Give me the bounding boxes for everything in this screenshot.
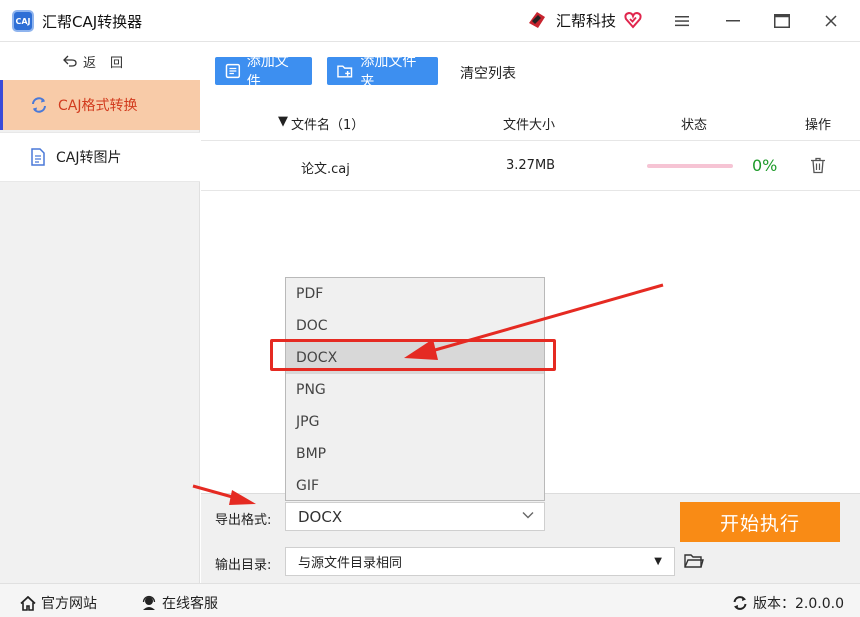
- menu-icon[interactable]: [671, 10, 693, 32]
- export-format-label: 导出格式:: [215, 513, 272, 528]
- add-folder-button[interactable]: 添加文件夹: [327, 54, 438, 90]
- format-dropdown-list: PDF DOC DOCX PNG JPG BMP GIF: [285, 277, 545, 501]
- table-row[interactable]: 论文.caj 3.27MB 0%: [201, 141, 860, 191]
- support-agent-icon: [142, 595, 156, 610]
- sidebar: 返回 CAJ格式转换 CAJ转图片: [0, 42, 200, 583]
- open-folder-icon[interactable]: [684, 552, 704, 570]
- format-option-doc[interactable]: DOC: [286, 310, 544, 342]
- online-support-label: 在线客服: [162, 596, 218, 612]
- status-bar: 官方网站 在线客服 版本：2.0.0.0: [0, 583, 860, 617]
- export-format-value: DOCX: [298, 507, 343, 526]
- format-option-gif[interactable]: GIF: [286, 470, 544, 502]
- official-site-label: 官方网站: [41, 596, 97, 612]
- clear-list-button[interactable]: 清空列表: [460, 63, 516, 83]
- add-folder-icon: [337, 65, 353, 78]
- minimize-icon[interactable]: [722, 10, 744, 32]
- app-logo-text: CAJ: [15, 16, 31, 26]
- sidebar-item-label: CAJ转图片: [56, 150, 122, 166]
- add-folder-label: 添加文件夹: [360, 54, 417, 90]
- brand-logo-icon: [529, 12, 545, 28]
- progress-bar: [647, 164, 733, 168]
- file-name: 论文.caj: [301, 162, 350, 177]
- app-logo-icon: CAJ: [12, 10, 34, 32]
- sidebar-item-label: CAJ格式转换: [58, 98, 138, 114]
- home-icon: [20, 595, 36, 611]
- sidebar-item-caj-convert[interactable]: CAJ格式转换: [0, 80, 200, 130]
- output-dir-value: 与源文件目录相同: [298, 556, 403, 571]
- update-icon: [733, 596, 747, 610]
- chevron-down-icon: [522, 509, 534, 522]
- export-format-select[interactable]: DOCX: [285, 502, 545, 531]
- online-support-link[interactable]: 在线客服: [141, 593, 218, 613]
- format-option-jpg[interactable]: JPG: [286, 406, 544, 438]
- sidebar-item-caj-to-image[interactable]: CAJ转图片: [0, 132, 200, 182]
- output-dir-select[interactable]: 与源文件目录相同 ▼: [285, 547, 675, 576]
- official-site-link[interactable]: 官方网站: [20, 593, 97, 613]
- back-button[interactable]: 返回: [0, 42, 200, 80]
- close-icon[interactable]: [820, 10, 842, 32]
- format-option-pdf[interactable]: PDF: [286, 278, 544, 310]
- back-arrow-icon: [63, 55, 77, 67]
- brand-name: 汇帮科技: [556, 11, 617, 30]
- document-icon: [31, 148, 45, 166]
- heart-shield-icon: [624, 11, 642, 29]
- file-size: 3.27MB: [506, 158, 556, 173]
- column-status: 状态: [681, 118, 708, 133]
- version-label: 版本：2.0.0.0: [753, 596, 844, 612]
- brand: 汇帮科技: [526, 9, 642, 31]
- column-filesize: 文件大小: [503, 118, 556, 133]
- caret-down-icon: ▼: [654, 556, 662, 567]
- format-option-bmp[interactable]: BMP: [286, 438, 544, 470]
- version-info[interactable]: 版本：2.0.0.0: [732, 593, 844, 613]
- file-table-header: ▼ 文件名（1） 文件大小 状态 操作: [201, 103, 860, 141]
- add-file-button[interactable]: 添加文件: [215, 54, 312, 90]
- add-file-icon: [225, 63, 241, 79]
- column-filename[interactable]: 文件名（1）: [291, 114, 364, 133]
- refresh-icon: [32, 97, 46, 113]
- start-button[interactable]: 开始执行: [680, 502, 840, 542]
- sort-desc-icon[interactable]: ▼: [278, 114, 288, 129]
- trash-icon[interactable]: [810, 157, 826, 174]
- add-file-label: 添加文件: [246, 54, 289, 90]
- output-dir-label: 输出目录:: [215, 558, 272, 573]
- format-option-png[interactable]: PNG: [286, 374, 544, 406]
- maximize-icon[interactable]: [771, 10, 793, 32]
- progress-percent: 0%: [752, 156, 778, 175]
- column-action: 操作: [805, 118, 832, 133]
- app-title: 汇帮CAJ转换器: [42, 13, 143, 31]
- annotation-highlight-box: [270, 339, 556, 371]
- title-bar: CAJ 汇帮CAJ转换器 汇帮科技: [0, 0, 860, 42]
- back-label: 返回: [82, 55, 137, 71]
